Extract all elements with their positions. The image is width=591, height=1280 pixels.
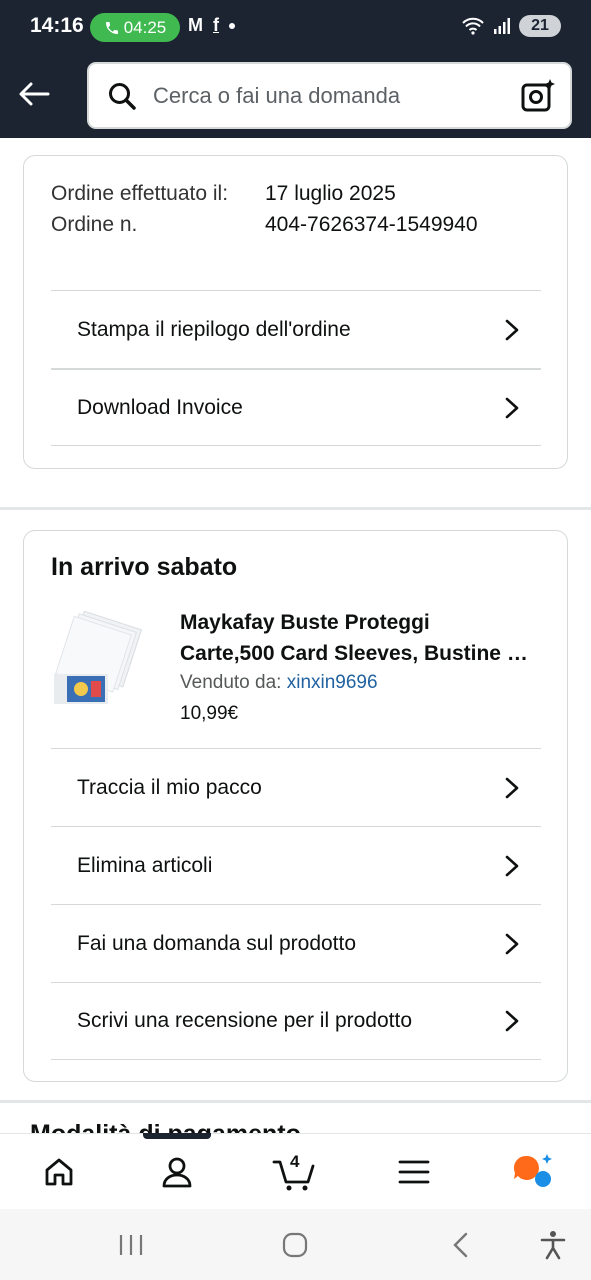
- back-button[interactable]: [16, 76, 52, 112]
- user-icon: [162, 1157, 192, 1188]
- notification-icons: M f: [188, 15, 235, 36]
- system-nav-bar: [0, 1209, 591, 1280]
- order-date: 17 luglio 2025: [265, 182, 396, 205]
- home-button[interactable]: [277, 1227, 313, 1263]
- product-image[interactable]: [51, 611, 155, 711]
- ask-question-row[interactable]: Fai una domanda sul prodotto: [51, 904, 541, 982]
- phone-icon: [105, 21, 118, 34]
- delivery-card: In arrivo sabato Maykafay Buste Proteggi…: [23, 530, 568, 1082]
- more-notifications-icon: [229, 22, 235, 29]
- wifi-icon: [462, 17, 484, 35]
- status-right: 21: [461, 15, 561, 37]
- chevron-right-icon: [505, 397, 519, 418]
- hamburger-menu-icon: [398, 1160, 430, 1184]
- chevron-right-icon: [505, 777, 519, 798]
- order-number: 404-7626374-1549940: [265, 213, 478, 236]
- home-icon: [45, 1158, 73, 1186]
- order-date-label: Ordine effettuato il:: [51, 182, 229, 205]
- signal-icon: [494, 18, 510, 34]
- search-header: Cerca o fai una domanda: [0, 54, 591, 138]
- nav-active-indicator: [143, 1133, 211, 1139]
- search-input[interactable]: Cerca o fai una domanda: [87, 62, 572, 129]
- download-invoice-row[interactable]: Download Invoice: [51, 368, 541, 446]
- chevron-right-icon: [505, 319, 519, 340]
- nav-cart[interactable]: 4: [270, 1148, 320, 1196]
- track-package-row[interactable]: Traccia il mio pacco: [51, 748, 541, 826]
- call-indicator[interactable]: 04:25: [90, 13, 180, 42]
- chevron-right-icon: [505, 1010, 519, 1032]
- row-label: Traccia il mio pacco: [77, 775, 262, 799]
- nav-home[interactable]: [35, 1148, 83, 1196]
- camera-search-icon[interactable]: [520, 78, 556, 114]
- product-seller: Venduto da: xinxin9696: [180, 672, 378, 693]
- recent-apps-button[interactable]: [113, 1227, 149, 1263]
- gmail-icon: M: [188, 15, 203, 35]
- order-info-card: Ordine effettuato il: Ordine n. 17 lugli…: [23, 155, 568, 469]
- delivery-title: In arrivo sabato: [51, 553, 238, 581]
- recent-apps-icon: [119, 1235, 143, 1255]
- status-bar: 14:16 04:25 M f 21: [0, 0, 591, 54]
- system-back-button[interactable]: [443, 1227, 479, 1263]
- row-label: Scrivi una recensione per il prodotto: [77, 1009, 413, 1032]
- print-summary-row[interactable]: Stampa il riepilogo dell'ordine: [51, 290, 541, 368]
- section-divider: [0, 1100, 591, 1103]
- nav-rufus-assistant[interactable]: [508, 1148, 556, 1196]
- row-label: Fai una domanda sul prodotto: [77, 931, 357, 955]
- bottom-nav: 4: [0, 1133, 591, 1209]
- payment-section-title: Modalità di pagamento: [30, 1120, 301, 1134]
- cart-count: 4: [290, 1152, 300, 1171]
- call-timer: 04:25: [123, 17, 167, 37]
- accessibility-button[interactable]: [535, 1227, 571, 1263]
- chevron-left-icon: [453, 1232, 468, 1258]
- product-price: 10,99€: [180, 703, 239, 724]
- search-icon: [109, 82, 136, 110]
- order-number-label: Ordine n.: [51, 213, 138, 236]
- delete-items-row[interactable]: Elimina articoli: [51, 826, 541, 904]
- accessibility-icon: [540, 1231, 566, 1260]
- status-time: 14:16: [30, 14, 84, 37]
- chevron-right-icon: [505, 933, 519, 954]
- chevron-right-icon: [505, 855, 519, 876]
- battery-indicator: 21: [519, 15, 561, 37]
- facebook-icon: f: [213, 15, 219, 35]
- nav-menu[interactable]: [390, 1148, 438, 1196]
- write-review-row[interactable]: Scrivi una recensione per il prodotto: [51, 982, 541, 1060]
- section-divider: [0, 507, 591, 510]
- search-placeholder: Cerca o fai una domanda: [153, 82, 401, 108]
- order-values: 17 luglio 2025 404-7626374-1549940: [265, 178, 478, 240]
- row-label: Elimina articoli: [77, 853, 213, 877]
- order-labels: Ordine effettuato il: Ordine n.: [51, 178, 251, 240]
- seller-link[interactable]: xinxin9696: [287, 672, 378, 693]
- arrow-left-icon: [19, 82, 50, 106]
- home-circle-icon: [282, 1232, 308, 1258]
- row-label: Stampa il riepilogo dell'ordine: [77, 317, 351, 341]
- nav-account[interactable]: [153, 1148, 201, 1196]
- rufus-chat-icon: [513, 1154, 552, 1187]
- product-title[interactable]: Maykafay Buste Proteggi Carte,500 Card S…: [180, 607, 540, 669]
- row-label: Download Invoice: [77, 395, 243, 419]
